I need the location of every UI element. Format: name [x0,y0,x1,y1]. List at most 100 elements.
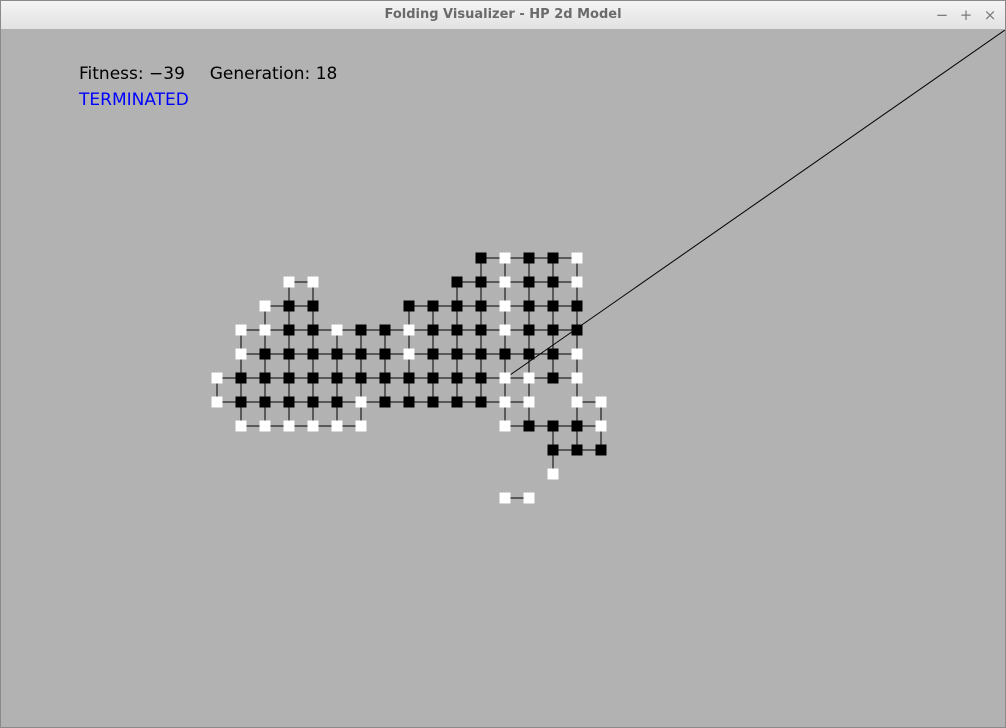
hydrophobic-residue [331,348,343,360]
polar-residue [499,276,511,288]
polar-residue [499,420,511,432]
polar-residue [595,396,607,408]
polar-residue [259,420,271,432]
hydrophobic-residue [259,348,271,360]
polar-residue [235,348,247,360]
hydrophobic-residue [547,324,559,336]
hydrophobic-residue [547,444,559,456]
hydrophobic-residue [259,372,271,384]
window-controls: − + × [935,1,997,29]
hydrophobic-residue [379,348,391,360]
hydrophobic-residue [379,396,391,408]
hydrophobic-residue [571,324,583,336]
hydrophobic-residue [307,324,319,336]
polar-residue [523,492,535,504]
polar-residue [499,372,511,384]
polar-residue [259,324,271,336]
hydrophobic-residue [355,324,367,336]
polar-residue [283,276,295,288]
polar-residue [523,372,535,384]
window-title: Folding Visualizer - HP 2d Model [384,7,622,22]
close-button[interactable]: × [983,8,997,23]
hydrophobic-residue [547,372,559,384]
hydrophobic-residue [571,420,583,432]
maximize-button[interactable]: + [959,8,973,23]
hydrophobic-residue [547,300,559,312]
hydrophobic-residue [403,300,415,312]
hydrophobic-residue [523,252,535,264]
polar-residue [403,348,415,360]
hydrophobic-residue [283,372,295,384]
hydrophobic-residue [427,348,439,360]
hydrophobic-residue [451,276,463,288]
hydrophobic-residue [523,324,535,336]
hydrophobic-residue [235,372,247,384]
hydrophobic-residue [475,324,487,336]
polar-residue [259,300,271,312]
hydrophobic-residue [475,252,487,264]
hydrophobic-residue [523,300,535,312]
hydrophobic-residue [283,324,295,336]
hydrophobic-residue [307,372,319,384]
hydrophobic-residue [547,348,559,360]
polar-residue [571,252,583,264]
hydrophobic-residue [427,372,439,384]
polar-residue [523,396,535,408]
hydrophobic-residue [475,396,487,408]
hydrophobic-residue [355,348,367,360]
polar-residue [403,324,415,336]
polar-residue [595,420,607,432]
hydrophobic-residue [595,444,607,456]
hydrophobic-residue [379,324,391,336]
polar-residue [331,420,343,432]
hydrophobic-residue [283,348,295,360]
hydrophobic-residue [475,300,487,312]
hydrophobic-residue [235,396,247,408]
polar-residue [499,324,511,336]
hydrophobic-residue [451,348,463,360]
polar-residue [499,300,511,312]
visualizer-canvas: Fitness: −39 Generation: 18 TERMINATED [1,30,1005,727]
hydrophobic-residue [451,372,463,384]
polar-residue [499,396,511,408]
hydrophobic-residue [379,372,391,384]
hydrophobic-residue [451,396,463,408]
hydrophobic-residue [427,324,439,336]
polar-residue [571,276,583,288]
hydrophobic-residue [307,396,319,408]
hydrophobic-residue [331,396,343,408]
hydrophobic-residue [427,396,439,408]
title-bar[interactable]: Folding Visualizer - HP 2d Model − + × [1,1,1005,30]
polar-residue [283,420,295,432]
hydrophobic-residue [523,420,535,432]
polar-residue [211,396,223,408]
hydrophobic-residue [427,300,439,312]
hydrophobic-residue [403,372,415,384]
polar-residue [355,420,367,432]
hydrophobic-residue [523,276,535,288]
polar-residue [211,372,223,384]
polar-residue [547,468,559,480]
hydrophobic-residue [475,372,487,384]
hydrophobic-residue [307,348,319,360]
protein-fold-lattice [211,30,1005,504]
hydrophobic-residue [355,372,367,384]
hydrophobic-residue [547,252,559,264]
hydrophobic-residue [403,396,415,408]
polar-residue [331,324,343,336]
app-window: Folding Visualizer - HP 2d Model − + × F… [0,0,1006,728]
minimize-button[interactable]: − [935,8,949,23]
polar-residue [355,396,367,408]
polar-residue [499,252,511,264]
hydrophobic-residue [475,348,487,360]
polar-residue [307,420,319,432]
hydrophobic-residue [523,348,535,360]
hydrophobic-residue [475,276,487,288]
hydrophobic-residue [451,324,463,336]
hydrophobic-residue [499,348,511,360]
polar-residue [235,420,247,432]
polar-residue [307,276,319,288]
hydrophobic-residue [547,420,559,432]
hydrophobic-residue [259,396,271,408]
hydrophobic-residue [283,396,295,408]
